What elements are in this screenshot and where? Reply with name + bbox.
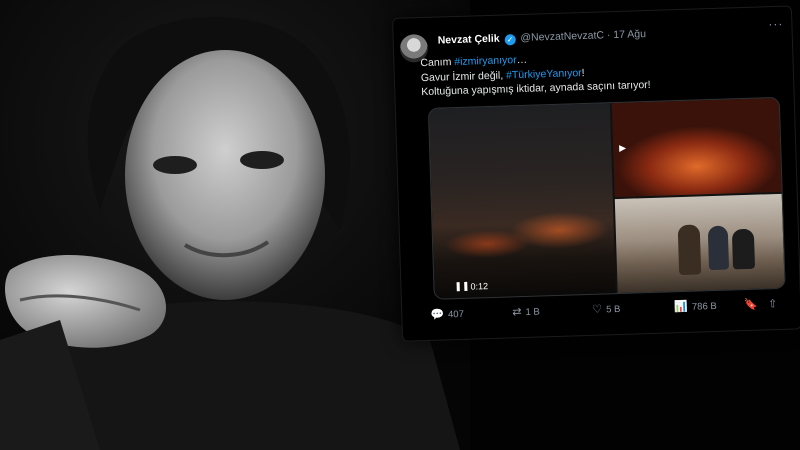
author-handle[interactable]: @NevzatNevzatC [520, 29, 604, 44]
play-icon[interactable]: ▶ [619, 143, 626, 154]
retweet-count: 1 B [525, 306, 540, 318]
views-icon: 📊 [674, 300, 689, 314]
like-count: 5 B [605, 303, 621, 316]
share-icon: ⇧ [767, 298, 778, 311]
hashtag-turkiyeyaniyor[interactable]: #TürkiyeYanıyor [506, 67, 582, 81]
video-wildfire-night[interactable]: ❚❚ 0:12 [428, 103, 616, 299]
tweet-text-suffix: … [516, 53, 528, 67]
views-button[interactable]: 📊 786 B [674, 299, 717, 313]
share-button[interactable]: ⇧ [768, 297, 782, 310]
tweet-text-suffix: ! [581, 66, 585, 79]
like-button[interactable]: ♡ 5 B [592, 302, 621, 316]
tweet-card[interactable]: Nevzat Çelik ✓ @NevzatNevzatC · 17 Ağu ·… [392, 5, 800, 342]
separator: · [606, 29, 611, 42]
more-options-icon[interactable]: ··· [768, 17, 783, 31]
stage: Nevzat Çelik ✓ @NevzatNevzatC · 17 Ağu ·… [0, 0, 800, 450]
reply-icon: 💬 [430, 308, 445, 321]
retweet-button[interactable]: ⇄ 1 B [512, 305, 540, 319]
tweet-text-prefix: Canım [420, 56, 455, 70]
photo-people-ashes[interactable] [614, 193, 785, 294]
hashtag-izmiryaniyor[interactable]: #izmiryanıyor [454, 54, 517, 68]
tweet-text: Canım #izmiryanıyor… Gavur İzmir değil, … [420, 45, 781, 100]
tweet-date[interactable]: 17 Ağu [613, 28, 646, 41]
verified-badge-icon: ✓ [504, 34, 516, 46]
pause-icon[interactable]: ❚❚ [454, 281, 469, 292]
person-figure [731, 228, 756, 270]
bookmark-button[interactable]: 🔖 [744, 298, 762, 312]
tweet-actions: 💬 407 ⇄ 1 B ♡ 5 B 📊 786 B 🔖 ⇧ [430, 297, 790, 326]
video-time: 0:12 [470, 281, 489, 292]
media-grid: ❚❚ 0:12 ▶ [427, 96, 786, 300]
bookmark-icon: 🔖 [744, 298, 759, 312]
reply-button[interactable]: 💬 407 [430, 307, 464, 321]
author-name[interactable]: Nevzat Çelik [438, 33, 500, 47]
tweet-text-prefix: Gavur İzmir değil, [420, 68, 507, 84]
retweet-icon: ⇄ [512, 306, 522, 319]
reply-count: 407 [447, 308, 465, 321]
video-orange-smoke[interactable]: ▶ [611, 97, 782, 198]
person-figure [677, 224, 702, 276]
like-icon: ♡ [592, 303, 603, 316]
person-figure [707, 225, 730, 271]
tweet-header: Nevzat Çelik ✓ @NevzatNevzatC · 17 Ağu [438, 27, 647, 48]
views-count: 786 B [691, 300, 717, 313]
